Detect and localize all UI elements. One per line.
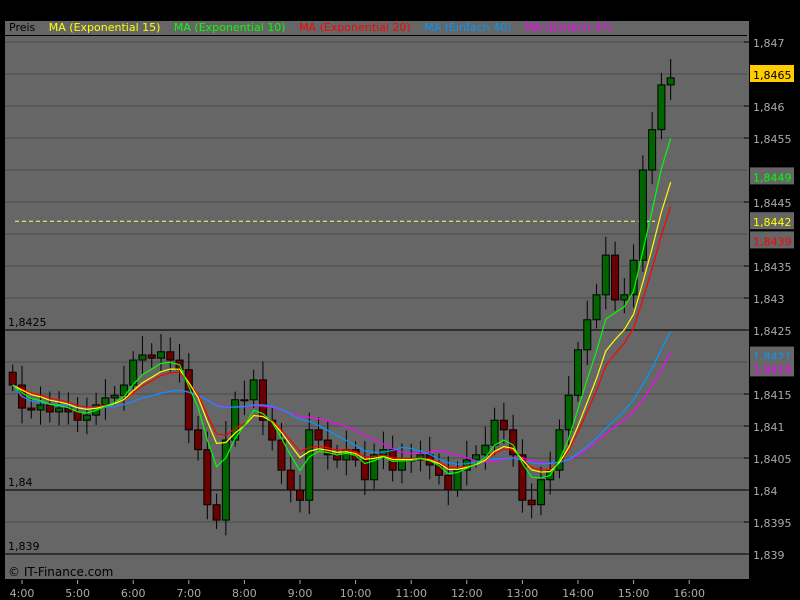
ma-ema10-line bbox=[12, 138, 672, 479]
x-tick-label: 8:00 bbox=[232, 587, 257, 600]
y-tick-label: 1,847 bbox=[753, 37, 785, 50]
last-value-label: 1,8442 bbox=[753, 216, 792, 229]
candle-body bbox=[82, 414, 91, 421]
candle-body bbox=[240, 399, 249, 402]
last-value-label: 1,8439 bbox=[753, 235, 792, 248]
y-tick-label: 1,8395 bbox=[753, 517, 792, 530]
x-tick-label: 10:00 bbox=[340, 587, 372, 600]
candle-body bbox=[592, 294, 601, 321]
x-tick-label: 15:00 bbox=[618, 587, 650, 600]
x-tick-label: 13:00 bbox=[507, 587, 539, 600]
y-tick-label: 1,8435 bbox=[753, 261, 792, 274]
candle-body bbox=[138, 354, 147, 361]
candle-body bbox=[611, 254, 620, 301]
y-tick-label: 1,8455 bbox=[753, 133, 792, 146]
y-tick-label: 1,839 bbox=[753, 549, 785, 562]
y-tick-label: 1,8415 bbox=[753, 389, 792, 402]
y-tick-label: 1,8405 bbox=[753, 453, 792, 466]
candle-body bbox=[73, 411, 82, 421]
candle-body bbox=[157, 351, 165, 359]
candle-body bbox=[574, 349, 582, 396]
level-label: 1,839 bbox=[8, 540, 40, 553]
level-label: 1,8425 bbox=[8, 316, 47, 329]
candle-body bbox=[666, 77, 675, 86]
candle-body bbox=[194, 429, 203, 451]
y-tick-label: 1,841 bbox=[753, 421, 785, 434]
candle-body bbox=[435, 464, 443, 476]
candle-body bbox=[638, 169, 647, 261]
y-tick-label: 1,8445 bbox=[753, 197, 792, 210]
candle-body bbox=[333, 454, 342, 461]
candle-body bbox=[490, 419, 499, 446]
candle-body bbox=[527, 499, 536, 506]
candle-body bbox=[648, 129, 657, 171]
candle-body bbox=[296, 489, 304, 501]
candle-body bbox=[286, 469, 295, 491]
x-tick-label: 11:00 bbox=[395, 587, 427, 600]
candle-body bbox=[110, 394, 119, 399]
candle-body bbox=[564, 394, 573, 431]
candle-body bbox=[55, 407, 64, 413]
y-tick-label: 1,846 bbox=[753, 101, 785, 114]
x-tick-label: 9:00 bbox=[288, 587, 313, 600]
candle-body bbox=[203, 449, 212, 506]
price-chart: 1,8425 1,84 1,839 1,847 1,846 1,8455 1,8445 1,8… bbox=[5, 21, 800, 600]
x-tick-label: 4:00 bbox=[10, 587, 35, 600]
candle-body bbox=[536, 479, 545, 506]
candle-body bbox=[8, 371, 17, 386]
candle-body bbox=[583, 319, 592, 351]
last-value-label: 1,8449 bbox=[753, 171, 792, 184]
candle-body bbox=[499, 419, 508, 431]
candle-body bbox=[166, 351, 175, 361]
x-tick-label: 16:00 bbox=[673, 587, 705, 600]
candle-body bbox=[277, 439, 286, 471]
candle-body bbox=[36, 404, 45, 411]
candle-body bbox=[444, 474, 453, 491]
candle-body bbox=[27, 407, 36, 411]
y-tick-label: 1,8425 bbox=[753, 325, 792, 338]
x-tick-label: 14:00 bbox=[562, 587, 594, 600]
candle-body bbox=[249, 379, 258, 401]
candle-body bbox=[147, 354, 156, 359]
level-label: 1,84 bbox=[8, 476, 33, 489]
y-tick-label: 1,843 bbox=[753, 293, 785, 306]
last-value-label: 1,8465 bbox=[753, 69, 792, 82]
x-tick-label: 12:00 bbox=[451, 587, 483, 600]
x-tick-label: 6:00 bbox=[121, 587, 146, 600]
last-value-label: 1,8419 bbox=[753, 363, 792, 376]
candle-body bbox=[620, 294, 629, 301]
y-tick-label: 1,84 bbox=[753, 485, 778, 498]
candle-body bbox=[314, 429, 323, 441]
candle-body bbox=[45, 404, 54, 413]
candle-body bbox=[101, 397, 110, 406]
candle-body bbox=[657, 84, 666, 131]
candle-body bbox=[472, 454, 481, 461]
candle-body bbox=[601, 254, 610, 296]
x-tick-label: 7:00 bbox=[176, 587, 201, 600]
candle-body bbox=[305, 429, 314, 501]
x-tick-label: 5:00 bbox=[65, 587, 90, 600]
candle-body bbox=[212, 504, 221, 521]
